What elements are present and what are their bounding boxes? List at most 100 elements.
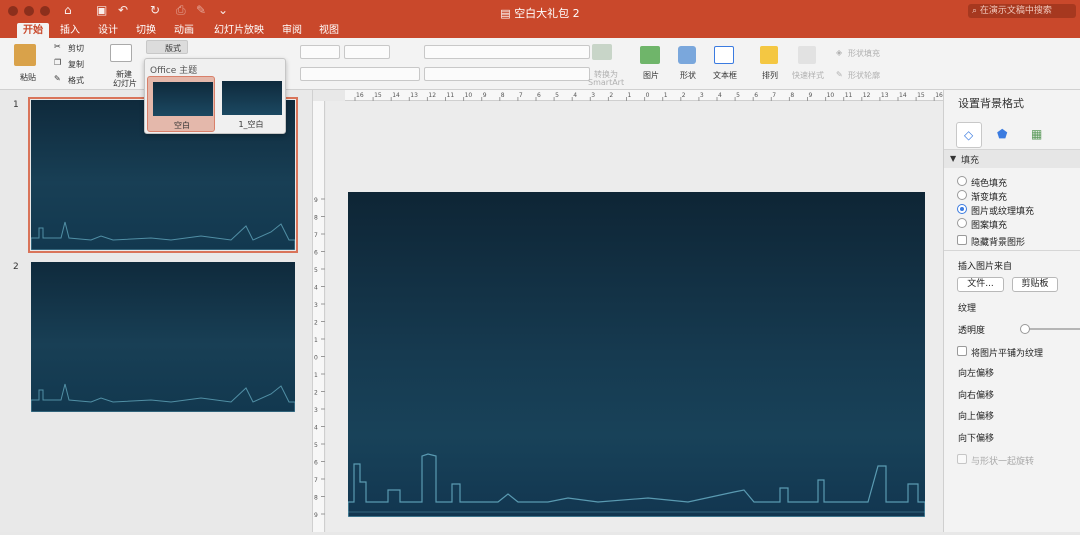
ruler-tick-label: 6 [314, 460, 318, 467]
ruler-tick-label: 16 [356, 92, 364, 99]
copy-icon[interactable]: ❐ [54, 58, 61, 67]
cut-icon[interactable]: ✂ [54, 42, 61, 51]
cut-button[interactable]: 剪切 [68, 43, 84, 54]
font-size-buttons[interactable] [344, 45, 390, 59]
solid-fill-label: 纯色填充 [971, 179, 1008, 189]
ruler-tick-label: 6 [537, 92, 541, 99]
search-icon: ⌕ [972, 6, 980, 16]
radio-pattern-fill[interactable] [957, 218, 967, 228]
layout-option-blank[interactable]: 空白 [147, 76, 215, 132]
layout-popup-title: Office 主题 [150, 66, 198, 76]
clipboard-button[interactable]: 剪贴板 [1012, 277, 1058, 292]
format-painter-button[interactable]: 格式 [68, 75, 84, 86]
slide-thumbnail-2[interactable] [31, 262, 295, 412]
ruler-tick-label: 2 [314, 320, 318, 327]
picture-button[interactable]: 图片 [643, 70, 659, 81]
rotate-with-shape-checkbox[interactable] [957, 454, 967, 464]
font-name-box[interactable] [300, 45, 340, 59]
tile-picture-label: 将图片平铺为纹理 [971, 349, 1044, 359]
copy-button[interactable]: 复制 [68, 59, 84, 70]
list-buttons[interactable] [424, 45, 590, 59]
picture-icon[interactable] [640, 46, 660, 64]
transparency-slider-track[interactable] [1024, 328, 1080, 330]
ruler-tick-label: 0 [646, 92, 650, 99]
ruler-tick-label: 8 [314, 215, 318, 222]
pattern-fill-label: 图案填充 [971, 221, 1008, 231]
convert-smartart-button[interactable]: SmartArt [588, 78, 624, 87]
ruler-tick-label: 14 [392, 92, 400, 99]
new-slide-icon[interactable] [110, 44, 132, 62]
hide-background-checkbox[interactable] [957, 235, 967, 245]
shape-button[interactable]: 形状 [680, 70, 696, 81]
ruler-tick-label: 4 [718, 92, 722, 99]
main-slide[interactable] [348, 192, 925, 517]
ruler-tick-label: 1 [628, 92, 632, 99]
tab-view[interactable]: 视图 [313, 23, 345, 38]
picture-tab-icon: ▦ [1031, 127, 1043, 141]
layout-label: 版式 [165, 44, 181, 53]
paste-button[interactable]: 粘贴 [20, 72, 36, 83]
ruler-tick-label: 15 [374, 92, 382, 99]
transparency-slider-knob[interactable] [1020, 324, 1030, 334]
tab-slideshow[interactable]: 幻灯片放映 [208, 23, 270, 38]
smartart-icon[interactable] [592, 44, 612, 60]
paste-icon[interactable] [14, 44, 36, 66]
ruler-tick-label: 0 [314, 355, 318, 362]
shape-fill-button[interactable]: 形状填充 [848, 48, 880, 59]
ruler-tick-label: 4 [314, 425, 318, 432]
new-slide-label-2[interactable]: 幻灯片 [113, 78, 137, 89]
align-buttons[interactable] [424, 67, 590, 81]
tab-home[interactable]: 开始 [17, 23, 49, 38]
search-field[interactable]: ⌕ 在演示文稿中搜索 [968, 4, 1076, 18]
fill-section-label: 填充 [961, 156, 980, 166]
font-style-buttons[interactable] [300, 67, 420, 81]
shape-outline-button[interactable]: 形状轮廓 [848, 70, 880, 81]
skyline-image [348, 453, 925, 517]
tab-transitions[interactable]: 切换 [130, 23, 162, 38]
tab-effects[interactable]: ⬟ [990, 122, 1016, 148]
ruler-tick-label: 5 [314, 442, 318, 449]
tile-picture-checkbox[interactable] [957, 346, 967, 356]
tab-insert[interactable]: 插入 [54, 23, 86, 38]
layout-option-1-blank[interactable]: 1_空白 [217, 76, 285, 132]
tab-picture[interactable]: ▦ [1024, 122, 1050, 148]
ruler-tick-label: 3 [314, 407, 318, 414]
textbox-icon[interactable] [714, 46, 734, 64]
ruler-tick-label: 8 [790, 92, 794, 99]
format-painter-icon[interactable]: ✎ [54, 74, 61, 83]
vertical-ruler: 9 8 7 6 5 4 3 2 1 0 1 2 3 4 5 6 7 8 9 [313, 101, 325, 532]
tab-review[interactable]: 审阅 [276, 23, 308, 38]
textbox-button[interactable]: 文本框 [713, 70, 737, 81]
tab-design[interactable]: 设计 [92, 23, 124, 38]
radio-solid-fill[interactable] [957, 176, 967, 186]
ruler-tick-label: 7 [314, 477, 318, 484]
quick-styles-button[interactable]: 快速样式 [792, 70, 824, 81]
pentagon-icon: ⬟ [997, 127, 1008, 141]
ruler-tick-label: 13 [410, 92, 418, 99]
arrange-icon[interactable] [760, 46, 778, 64]
quick-styles-icon[interactable] [798, 46, 816, 64]
slide-number-2: 2 [13, 262, 19, 272]
ruler-tick-label: 3 [314, 302, 318, 309]
fill-section-header[interactable]: ▼ 填充 [944, 150, 1080, 168]
tab-animations[interactable]: 动画 [168, 23, 200, 38]
ruler-tick-label: 6 [314, 250, 318, 257]
ruler-tick-label: 9 [483, 92, 487, 99]
document-title: ▤ 空白大礼包 2 [0, 5, 1080, 21]
shape-icon[interactable] [678, 46, 696, 64]
ruler-tick-label: 13 [881, 92, 889, 99]
ruler-tick-label: 12 [863, 92, 871, 99]
document-title-text: 空白大礼包 2 [514, 7, 580, 20]
file-button[interactable]: 文件... [957, 277, 1004, 292]
layout-button[interactable]: 版式 [146, 40, 188, 54]
document-icon: ▤ [500, 7, 515, 20]
ribbon-tabs: 开始 插入 设计 切换 动画 幻灯片放映 审阅 视图 [0, 22, 1080, 38]
radio-picture-texture-fill[interactable] [957, 204, 967, 214]
arrange-button[interactable]: 排列 [762, 70, 778, 81]
ruler-tick-label: 8 [501, 92, 505, 99]
transparency-label: 透明度 [958, 326, 986, 336]
tab-fill[interactable]: ◇ [956, 122, 982, 148]
offset-down-label: 向下偏移 [958, 434, 995, 444]
ruler-tick-label: 1 [314, 372, 318, 379]
radio-gradient-fill[interactable] [957, 190, 967, 200]
